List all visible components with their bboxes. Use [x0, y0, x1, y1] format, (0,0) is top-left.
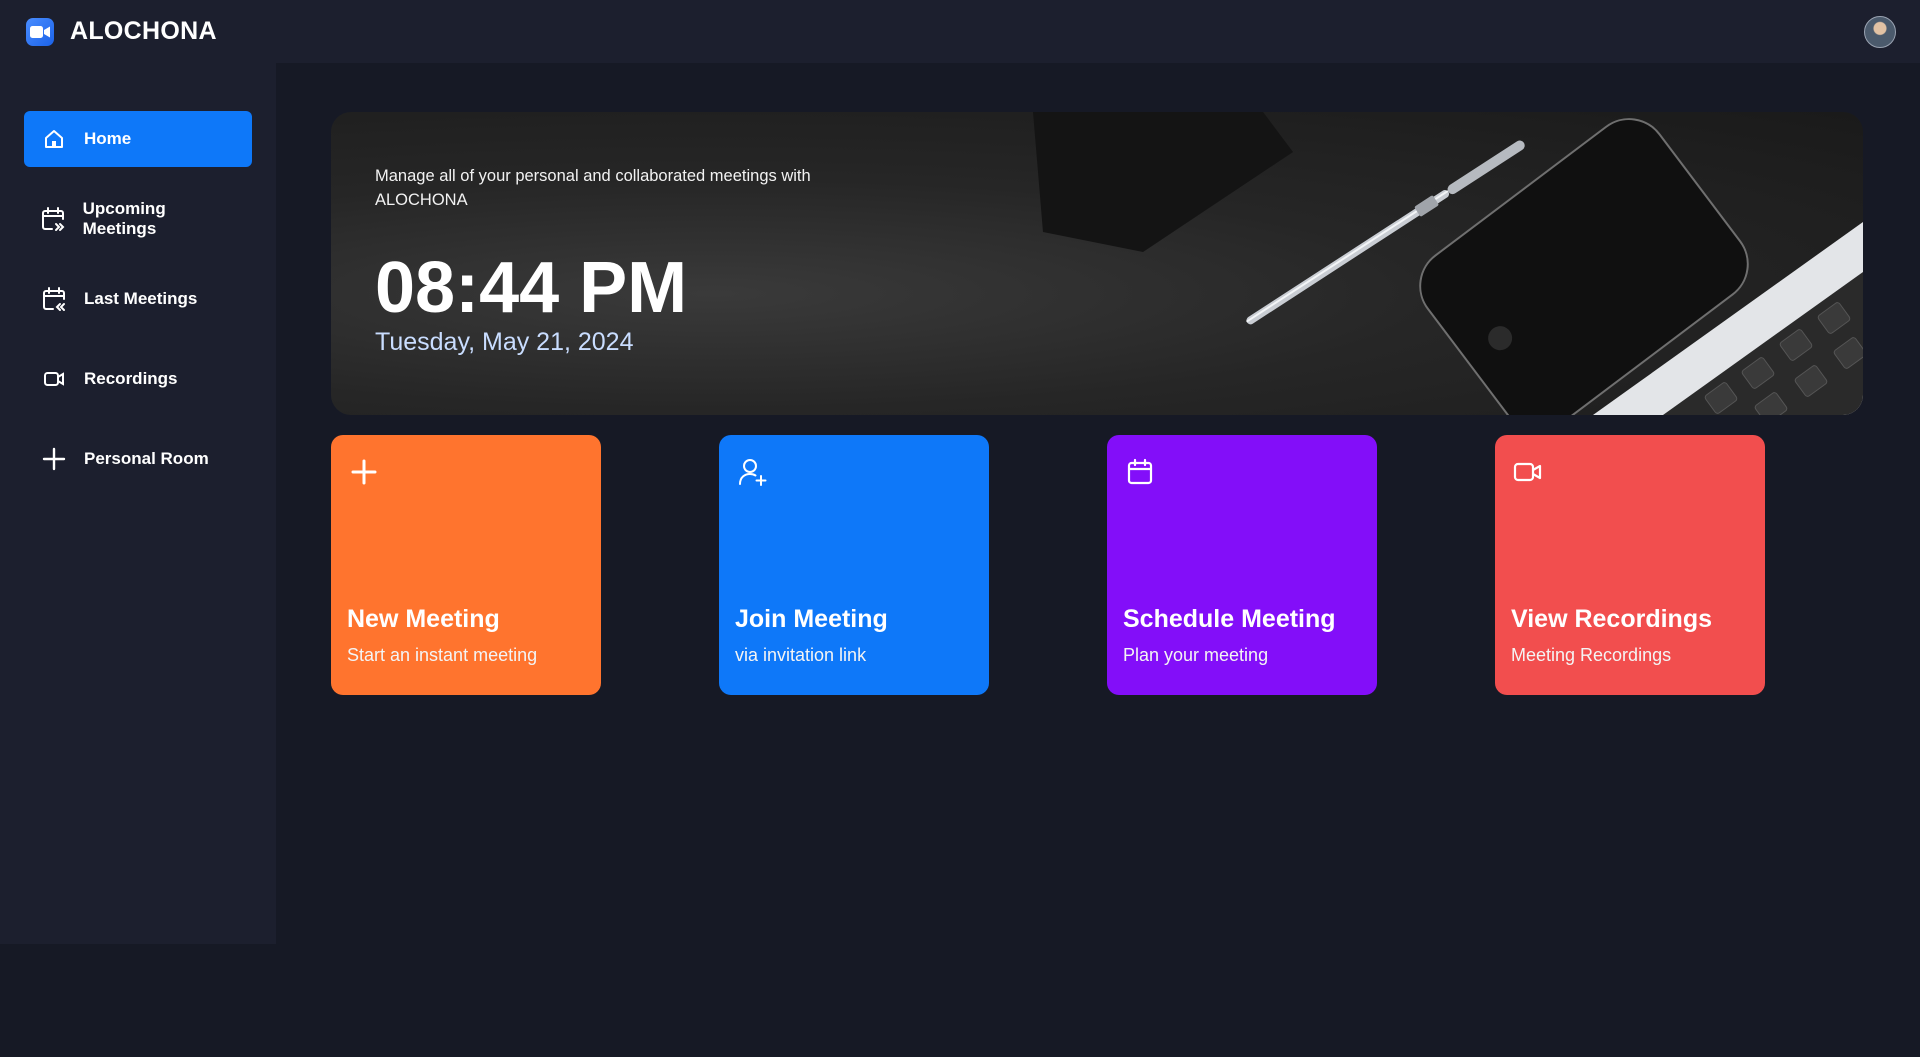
- card-title: Join Meeting: [735, 605, 888, 633]
- card-title: New Meeting: [347, 605, 500, 633]
- current-time: 08:44 PM: [375, 248, 688, 328]
- home-icon: [40, 125, 68, 153]
- card-subtitle: Meeting Recordings: [1511, 645, 1672, 665]
- plus-icon: [40, 445, 68, 473]
- sidebar-item-label: Upcoming Meetings: [82, 199, 166, 238]
- brand[interactable]: ALOCHONA: [26, 17, 217, 46]
- hero-banner: Manage all of your personal and collabor…: [331, 112, 1863, 415]
- card-subtitle: via invitation link: [735, 645, 867, 665]
- sidebar-item-recordings[interactable]: Recordings: [24, 351, 252, 407]
- main-content: Manage all of your personal and collabor…: [331, 112, 1863, 695]
- view-recordings-card[interactable]: View Recordings Meeting Recordings: [1495, 435, 1765, 695]
- video-icon: [1511, 455, 1545, 489]
- hero-desk-image: [1033, 112, 1863, 415]
- hero-subtitle: Manage all of your personal and collabor…: [375, 167, 811, 209]
- sidebar-item-last-meetings[interactable]: Last Meetings: [24, 271, 252, 327]
- sidebar-item-upcoming-meetings[interactable]: Upcoming Meetings: [24, 191, 252, 247]
- calendar-forward-icon: [40, 205, 67, 233]
- recordings-icon: [40, 365, 68, 393]
- sidebar-item-home[interactable]: Home: [24, 111, 252, 167]
- sidebar-item-label: Home: [84, 129, 132, 148]
- add-user-icon: [735, 455, 769, 489]
- calendar-back-icon: [40, 285, 68, 313]
- sidebar-item-label: Personal Room: [84, 449, 209, 468]
- card-title: Schedule Meeting: [1123, 605, 1336, 633]
- user-avatar[interactable]: [1864, 15, 1896, 48]
- new-meeting-card[interactable]: New Meeting Start an instant meeting: [331, 435, 601, 695]
- card-subtitle: Plan your meeting: [1123, 645, 1269, 665]
- sidebar: Home Upcoming Meetings Last Meetings Rec…: [0, 63, 276, 944]
- card-subtitle: Start an instant meeting: [347, 645, 538, 665]
- sidebar-item-label: Recordings: [84, 369, 178, 388]
- video-camera-icon: [26, 17, 54, 46]
- action-cards: New Meeting Start an instant meeting Joi…: [331, 435, 1863, 695]
- top-navbar: ALOCHONA: [0, 0, 1920, 63]
- calendar-icon: [1123, 455, 1157, 489]
- card-title: View Recordings: [1511, 605, 1712, 633]
- sidebar-item-personal-room[interactable]: Personal Room: [24, 431, 252, 487]
- schedule-meeting-card[interactable]: Schedule Meeting Plan your meeting: [1107, 435, 1377, 695]
- brand-name: ALOCHONA: [70, 17, 217, 45]
- current-date: Tuesday, May 21, 2024: [375, 328, 634, 356]
- join-meeting-card[interactable]: Join Meeting via invitation link: [719, 435, 989, 695]
- hero-text: Manage all of your personal and collabor…: [375, 164, 815, 357]
- plus-icon: [347, 455, 381, 489]
- sidebar-item-label: Last Meetings: [84, 289, 198, 308]
